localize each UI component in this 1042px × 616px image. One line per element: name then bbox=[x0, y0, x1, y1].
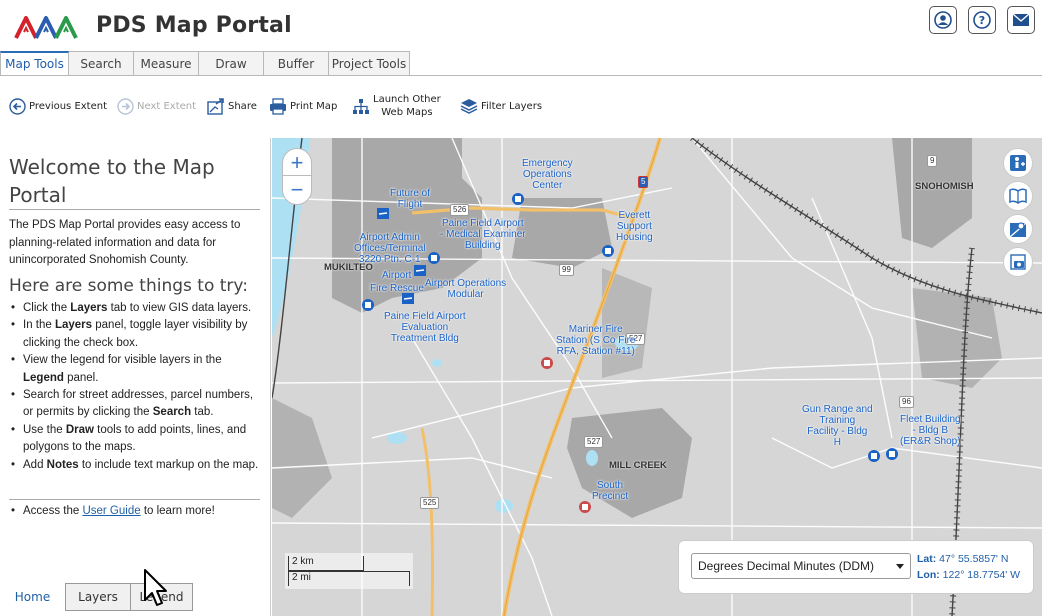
list-item: Click the Layers tab to view GIS data la… bbox=[9, 300, 261, 318]
launch-web-maps-button[interactable]: Launch Other Web Maps bbox=[352, 88, 441, 124]
government-building-icon bbox=[428, 252, 440, 264]
list-item: Access the User Guide to learn more! bbox=[9, 505, 261, 517]
print-map-button[interactable]: Print Map bbox=[269, 88, 337, 124]
longitude-readout: Lon: 122° 18.7754' W bbox=[917, 569, 1021, 581]
map-view[interactable]: + − MUKILTEO SNOHOMISH MILL CREEK 526 5 … bbox=[272, 138, 1042, 616]
user-account-icon bbox=[934, 11, 952, 29]
guide-list: Access the User Guide to learn more! bbox=[9, 505, 261, 517]
latitude-readout: Lat: 47° 55.5857' N bbox=[917, 553, 1009, 565]
user-account-button[interactable] bbox=[929, 6, 957, 34]
tab-home[interactable]: Home bbox=[0, 583, 66, 611]
main-tabs: Map Tools Search Measure Draw Buffer Pro… bbox=[0, 51, 410, 76]
pds-logo-icon bbox=[14, 16, 78, 39]
government-building-icon bbox=[362, 299, 374, 311]
police-station-icon bbox=[579, 501, 591, 513]
tab-buffer[interactable]: Buffer bbox=[264, 51, 329, 76]
help-icon: ? bbox=[973, 11, 991, 29]
heading-divider bbox=[9, 209, 260, 210]
tab-project-tools[interactable]: Project Tools bbox=[329, 51, 410, 76]
app-root: PDS Map Portal ? Map Tools Search Measur… bbox=[0, 0, 1042, 616]
header: PDS Map Portal ? bbox=[0, 0, 1042, 52]
next-extent-button[interactable]: Next Extent bbox=[116, 88, 196, 124]
arrow-left-circle-icon bbox=[8, 97, 26, 115]
app-title: PDS Map Portal bbox=[96, 13, 292, 38]
government-building-icon bbox=[868, 450, 880, 462]
airport-icon bbox=[402, 293, 414, 304]
airport-icon bbox=[377, 208, 389, 219]
svg-text:?: ? bbox=[979, 14, 985, 27]
tips-list: Click the Layers tab to view GIS data la… bbox=[9, 300, 261, 474]
list-item: Search for street addresses, parcel numb… bbox=[9, 387, 261, 422]
mail-icon bbox=[1012, 13, 1030, 26]
previous-extent-button[interactable]: Previous Extent bbox=[8, 88, 107, 124]
government-building-icon bbox=[512, 193, 524, 205]
filter-layers-button[interactable]: Filter Layers bbox=[460, 88, 542, 124]
share-button[interactable]: Share bbox=[207, 88, 257, 124]
list-item: Use the Draw tools to add points, lines,… bbox=[9, 422, 261, 457]
tab-map-tools[interactable]: Map Tools bbox=[0, 51, 69, 76]
layers-icon bbox=[460, 97, 478, 115]
scale-km: 2 km bbox=[288, 556, 364, 571]
scale-bar: 2 km 2 mi bbox=[285, 553, 413, 589]
printer-icon bbox=[269, 97, 287, 115]
sitemap-icon bbox=[352, 97, 370, 115]
intro-text: The PDS Map Portal provides easy access … bbox=[9, 219, 241, 266]
tab-layers[interactable]: Layers bbox=[66, 583, 131, 611]
tab-draw[interactable]: Draw bbox=[199, 51, 264, 76]
mouse-cursor-icon bbox=[144, 569, 167, 606]
government-building-icon bbox=[886, 448, 898, 460]
tab-divider bbox=[0, 75, 1042, 76]
welcome-heading: Welcome to the Map Portal bbox=[9, 155, 215, 207]
fire-station-icon bbox=[541, 357, 553, 369]
help-button[interactable]: ? bbox=[968, 6, 996, 34]
share-map-icon bbox=[207, 97, 225, 115]
map-toolbar: Previous Extent Next Extent Share Print … bbox=[0, 88, 1042, 124]
tab-search[interactable]: Search bbox=[69, 51, 134, 76]
coordinate-widget: Degrees Decimal Minutes (DDM) Lat: 47° 5… bbox=[678, 540, 1034, 594]
user-guide-link[interactable]: User Guide bbox=[82, 505, 140, 517]
try-heading: Here are some things to try: bbox=[9, 276, 248, 296]
list-item: In the Layers panel, toggle layer visibi… bbox=[9, 317, 261, 352]
list-item: Add Notes to include text markup on the … bbox=[9, 457, 261, 475]
airport-icon bbox=[414, 265, 426, 276]
home-panel: Welcome to the Map Portal The PDS Map Po… bbox=[0, 138, 271, 616]
tab-measure[interactable]: Measure bbox=[134, 51, 199, 76]
list-item: View the legend for visible layers in th… bbox=[9, 352, 261, 387]
scale-mi: 2 mi bbox=[288, 571, 410, 586]
arrow-right-circle-icon bbox=[116, 97, 134, 115]
guide-divider bbox=[9, 499, 260, 500]
coordinate-format-select[interactable]: Degrees Decimal Minutes (DDM) bbox=[691, 553, 911, 579]
mail-button[interactable] bbox=[1007, 6, 1035, 34]
government-building-icon bbox=[602, 245, 614, 257]
